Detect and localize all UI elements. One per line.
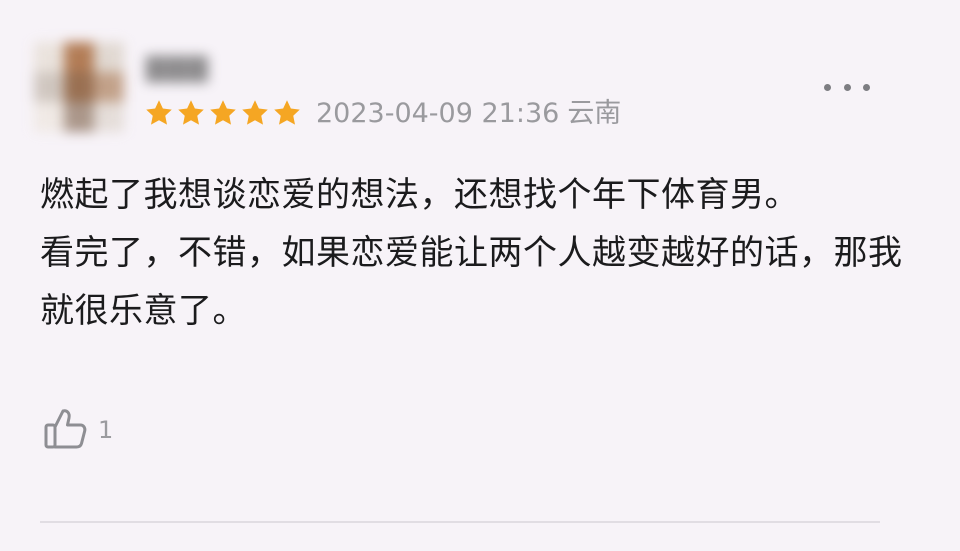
review-meta: 2023-04-09 21:36 云南 xyxy=(316,97,621,131)
star-icon xyxy=(144,98,174,128)
like-count: 1 xyxy=(98,416,114,444)
more-dots-icon xyxy=(863,83,870,91)
like-button[interactable]: 1 xyxy=(42,404,113,456)
more-dots-icon xyxy=(843,83,851,91)
review-text: 燃起了我想谈恋爱的想法，还想找个年下体育男。 看完了，不错，如果恋爱能让两个人越… xyxy=(40,166,910,340)
review-date: 2023-04-09 21:36 xyxy=(316,98,560,129)
review-location: 云南 xyxy=(567,98,622,129)
username[interactable]: ▇▇▇ xyxy=(146,54,209,82)
star-icon xyxy=(240,98,270,128)
thumbs-up-icon xyxy=(42,404,90,456)
avatar[interactable] xyxy=(34,42,130,132)
star-icon xyxy=(272,98,302,128)
more-options-button[interactable] xyxy=(824,74,870,100)
star-icon xyxy=(208,98,238,128)
star-icon xyxy=(176,98,206,128)
review-paragraph: 看完了，不错，如果恋爱能让两个人越变越好的话，那我就很乐意了。 xyxy=(40,233,903,331)
divider xyxy=(40,521,880,523)
more-dots-icon xyxy=(824,83,831,91)
star-rating xyxy=(144,98,302,130)
review-card: ▇▇▇ 2023-04-09 21:36 云南 燃起了我想谈恋爱的想法，还想找个年… xyxy=(0,0,960,551)
review-paragraph: 燃起了我想谈恋爱的想法，还想找个年下体育男。 xyxy=(40,175,799,215)
